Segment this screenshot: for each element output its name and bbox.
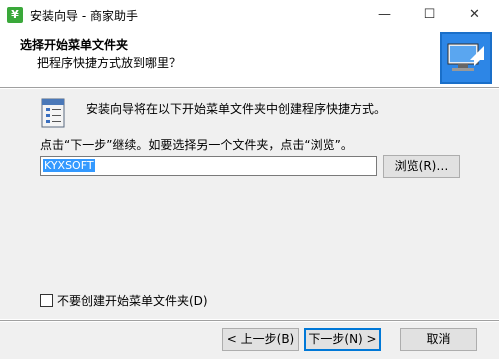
start-menu-folder-icon [41, 98, 65, 128]
title-bar: ¥ 安装向导 - 商家助手 — ☐ ✕ [0, 0, 499, 31]
intro-text: 安装向导将在以下开始菜单文件夹中创建程序快捷方式。 [86, 102, 387, 116]
next-button[interactable]: 下一步(N) > [304, 328, 381, 351]
back-button[interactable]: < 上一步(B) [222, 328, 299, 351]
maximize-button[interactable]: ☐ [407, 0, 452, 30]
page-subtitle: 把程序快捷方式放到哪里？ [37, 56, 182, 70]
window-title: 安装向导 - 商家助手 [30, 9, 138, 23]
page-title: 选择开始菜单文件夹 [20, 38, 129, 52]
wizard-body: 安装向导将在以下开始菜单文件夹中创建程序快捷方式。 点击“下一步”继续。如要选择… [0, 89, 499, 319]
no-start-menu-folder-label: 不要创建开始菜单文件夹(D) [57, 294, 208, 308]
no-start-menu-folder-option[interactable]: 不要创建开始菜单文件夹(D) [40, 292, 208, 309]
cancel-button[interactable]: 取消 [400, 328, 477, 351]
app-icon: ¥ [7, 7, 23, 23]
instruction-text: 点击“下一步”继续。如要选择另一个文件夹，点击“浏览”。 [40, 138, 353, 152]
minimize-button[interactable]: — [362, 0, 407, 30]
wizard-header: 选择开始菜单文件夹 把程序快捷方式放到哪里？ [0, 30, 499, 87]
close-button[interactable]: ✕ [452, 0, 497, 30]
folder-value-selected: KYXSOFT [43, 159, 95, 172]
browse-button[interactable]: 浏览(R)… [383, 155, 460, 178]
computer-shortcut-icon [440, 32, 492, 84]
wizard-footer: < 上一步(B) 下一步(N) > 取消 [0, 322, 499, 359]
no-start-menu-folder-checkbox[interactable] [40, 294, 53, 307]
start-menu-folder-input[interactable]: KYXSOFT [40, 156, 377, 176]
